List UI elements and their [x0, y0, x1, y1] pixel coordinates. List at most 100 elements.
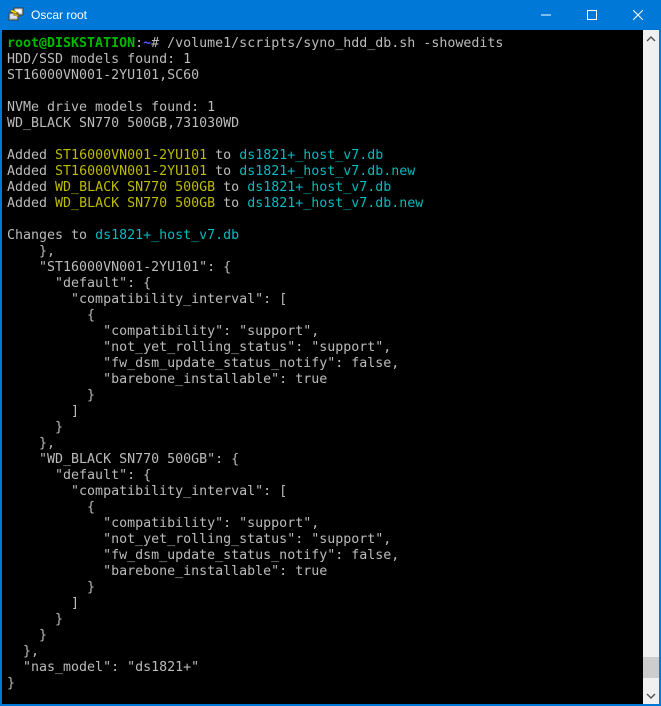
terminal-line: } [7, 580, 643, 596]
terminal-text-segment: WD_BLACK SN770 500GB [55, 196, 215, 211]
terminal-text-segment: "compatibility_interval": [ [7, 484, 287, 499]
terminal-line: { [7, 500, 643, 516]
terminal-line: "default": { [7, 468, 643, 484]
terminal-line: } [7, 388, 643, 404]
terminal-text-segment: }, [7, 244, 55, 259]
terminal-text-segment: "not_yet_rolling_status": "support", [7, 340, 391, 355]
close-button[interactable] [615, 0, 661, 30]
terminal-line: "ST16000VN001-2YU101": { [7, 260, 643, 276]
terminal-line: "barebone_installable": true [7, 372, 643, 388]
title-bar[interactable]: Oscar root [0, 0, 661, 30]
terminal-line: root@DISKSTATION:~# /volume1/scripts/syn… [7, 36, 643, 52]
terminal-text-segment: NVMe drive models found: 1 [7, 100, 215, 115]
terminal-text-segment: HDD/SSD models found: 1 [7, 52, 191, 67]
terminal-line: } [7, 628, 643, 644]
terminal-line: ] [7, 596, 643, 612]
terminal-text-segment: }, [7, 644, 39, 659]
terminal-line: Added WD_BLACK SN770 500GB to ds1821+_ho… [7, 180, 643, 196]
terminal-line: "compatibility": "support", [7, 324, 643, 340]
minimize-button[interactable] [523, 0, 569, 30]
terminal-line: Added WD_BLACK SN770 500GB to ds1821+_ho… [7, 196, 643, 212]
terminal-text-segment: "default": { [7, 468, 151, 483]
terminal-text-segment: ds1821+_host_v7.db.new [247, 196, 423, 211]
close-icon [633, 10, 643, 20]
terminal-text-segment: } [7, 676, 15, 691]
terminal-line: }, [7, 244, 643, 260]
terminal-text-segment: "compatibility": "support", [7, 324, 319, 339]
terminal-line: Changes to ds1821+_host_v7.db [7, 228, 643, 244]
terminal-text-segment: } [7, 580, 95, 595]
terminal-text-segment: root@DISKSTATION [7, 36, 135, 51]
terminal-line: } [7, 612, 643, 628]
terminal-text-segment: "fw_dsm_update_status_notify": false, [7, 548, 399, 563]
terminal-text-segment: WD_BLACK SN770 500GB [55, 180, 215, 195]
terminal-line [7, 212, 643, 228]
terminal-line: Added ST16000VN001-2YU101 to ds1821+_hos… [7, 148, 643, 164]
terminal-text-segment: } [7, 420, 63, 435]
terminal-text-segment: WD_BLACK SN770 500GB,731030WD [7, 116, 239, 131]
terminal-text-segment: ] [7, 596, 79, 611]
terminal-line: } [7, 676, 643, 692]
terminal-line: "compatibility_interval": [ [7, 484, 643, 500]
terminal-text-segment: Added [7, 164, 55, 179]
terminal-text-segment: ds1821+_host_v7.db.new [239, 164, 415, 179]
terminal-text-segment: to [215, 180, 247, 195]
terminal-line [7, 132, 643, 148]
terminal-text-segment: ~ [143, 36, 151, 51]
terminal-text-segment: : [135, 36, 143, 51]
terminal-text-segment: to [207, 148, 239, 163]
terminal-line: "default": { [7, 276, 643, 292]
terminal-line: } [7, 420, 643, 436]
terminal-text-segment: # /volume1/scripts/syno_hdd_db.sh -showe… [151, 36, 503, 51]
terminal-text-segment: "barebone_installable": true [7, 372, 327, 387]
terminal-line: HDD/SSD models found: 1 [7, 52, 643, 68]
terminal-line: "nas_model": "ds1821+" [7, 660, 643, 676]
terminal-text-segment: Changes to [7, 228, 95, 243]
chevron-up-icon [646, 36, 656, 42]
window-title: Oscar root [31, 8, 523, 22]
terminal-text-segment: } [7, 628, 47, 643]
terminal-line: "WD_BLACK SN770 500GB": { [7, 452, 643, 468]
scroll-up-button[interactable] [643, 30, 659, 47]
terminal-line: NVMe drive models found: 1 [7, 100, 643, 116]
terminal-text-segment: { [7, 308, 95, 323]
terminal-text-segment: "ST16000VN001-2YU101": { [7, 260, 231, 275]
terminal-text-segment: } [7, 388, 95, 403]
terminal-line: }, [7, 436, 643, 452]
scrollbar[interactable] [643, 30, 659, 704]
terminal-line: ] [7, 404, 643, 420]
terminal-text-segment: } [7, 612, 63, 627]
terminal-line: "not_yet_rolling_status": "support", [7, 340, 643, 356]
scrollbar-thumb[interactable] [643, 657, 659, 678]
chevron-down-icon [646, 693, 656, 699]
terminal-line: "not_yet_rolling_status": "support", [7, 532, 643, 548]
terminal-text-segment: Added [7, 196, 55, 211]
terminal-line: ST16000VN001-2YU101,SC60 [7, 68, 643, 84]
terminal-text-segment: to [207, 164, 239, 179]
terminal-text-segment: to [215, 196, 247, 211]
terminal-output[interactable]: root@DISKSTATION:~# /volume1/scripts/syn… [2, 30, 643, 704]
terminal-text-segment: ST16000VN001-2YU101 [55, 164, 207, 179]
terminal-text-segment: ds1821+_host_v7.db [95, 228, 239, 243]
terminal-line: "fw_dsm_update_status_notify": false, [7, 356, 643, 372]
putty-app-icon[interactable] [8, 7, 24, 23]
terminal-text-segment: }, [7, 436, 55, 451]
terminal-text-segment: ST16000VN001-2YU101,SC60 [7, 68, 199, 83]
terminal-line: "barebone_installable": true [7, 564, 643, 580]
maximize-button[interactable] [569, 0, 615, 30]
terminal-text-segment: "not_yet_rolling_status": "support", [7, 532, 391, 547]
terminal-text-segment: ds1821+_host_v7.db [239, 148, 383, 163]
terminal-line: { [7, 308, 643, 324]
terminal-text-segment: "compatibility_interval": [ [7, 292, 287, 307]
terminal-line [7, 84, 643, 100]
terminal-text-segment: "nas_model": "ds1821+" [7, 660, 199, 675]
terminal-line: "compatibility": "support", [7, 516, 643, 532]
scroll-down-button[interactable] [643, 687, 659, 704]
window-body: root@DISKSTATION:~# /volume1/scripts/syn… [0, 30, 661, 706]
terminal-line: WD_BLACK SN770 500GB,731030WD [7, 116, 643, 132]
terminal-text-segment: "WD_BLACK SN770 500GB": { [7, 452, 239, 467]
terminal-text-segment: ST16000VN001-2YU101 [55, 148, 207, 163]
terminal-text-segment: "default": { [7, 276, 151, 291]
terminal-line: Added ST16000VN001-2YU101 to ds1821+_hos… [7, 164, 643, 180]
terminal-text-segment: Added [7, 148, 55, 163]
